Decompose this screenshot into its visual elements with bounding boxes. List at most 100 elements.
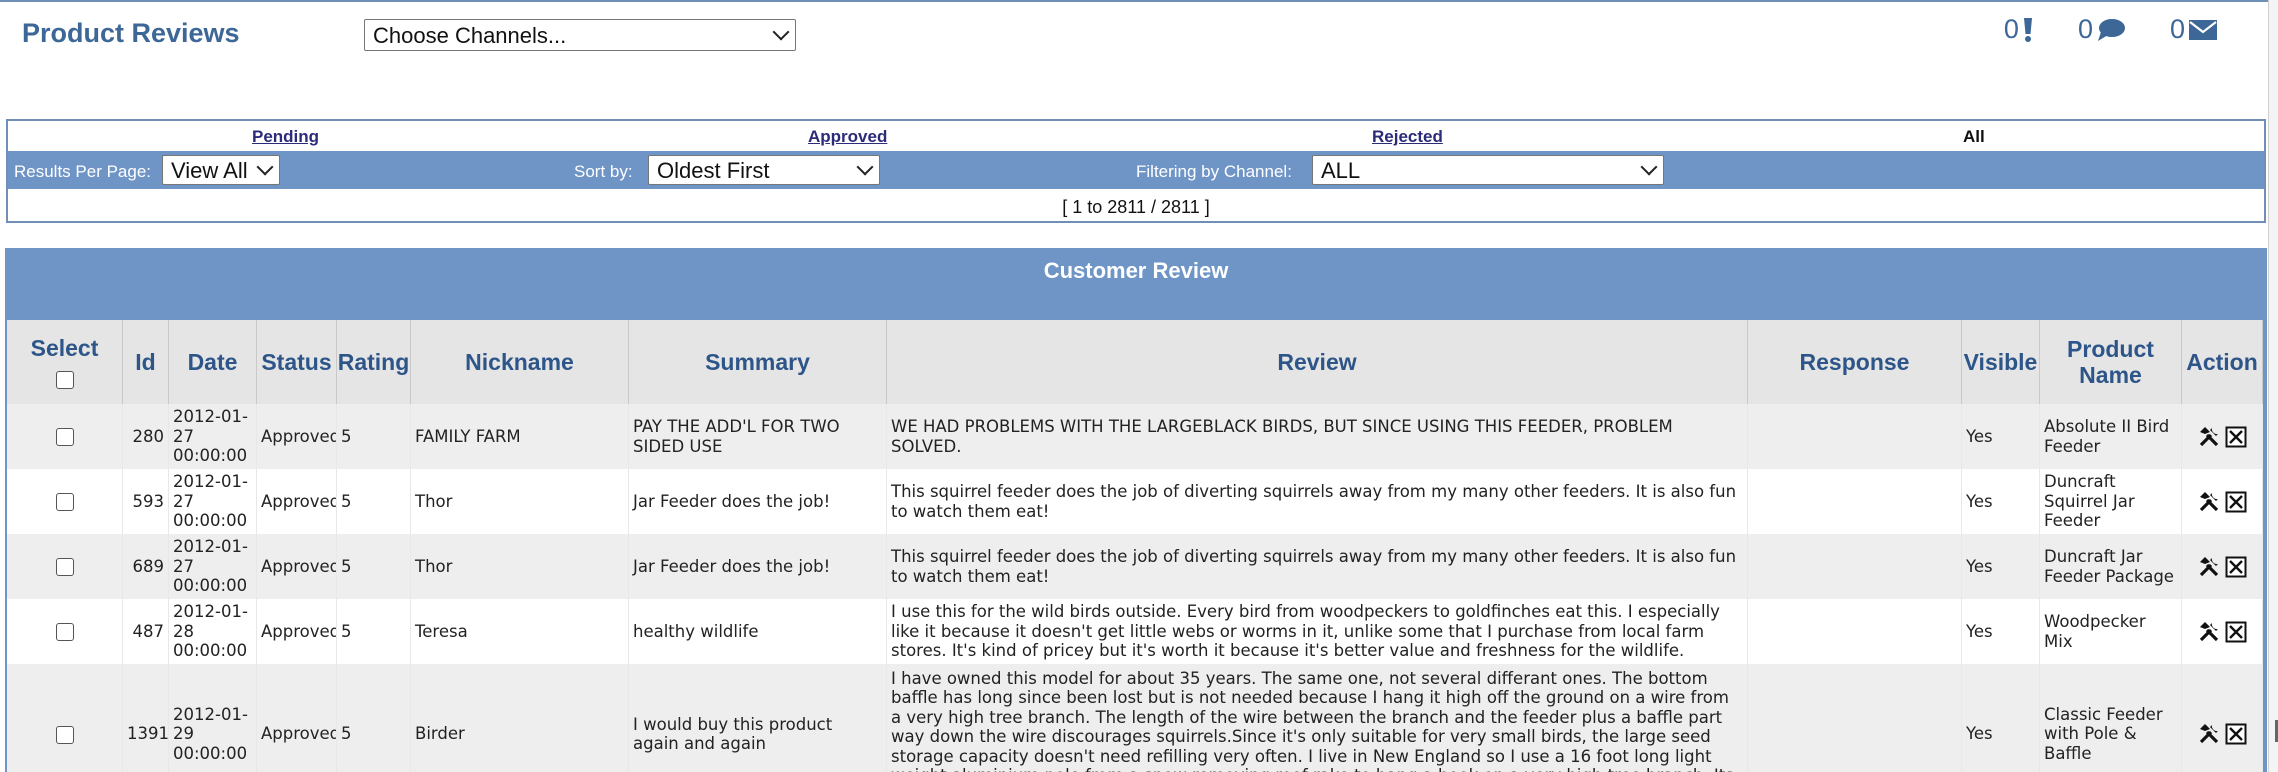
cell-review: I use this for the wild birds outside. E… [887,599,1748,664]
panel-title: Customer Review [1043,258,1229,283]
cell-status: Approved [257,534,337,599]
delete-x-icon[interactable] [2225,723,2247,745]
cell-nickname: Birder [411,664,629,772]
cell-summary: I would buy this product again and again [629,664,887,772]
cell-id: 593 [123,469,169,534]
tab-rejected[interactable]: Rejected [1372,127,1443,147]
comment-counter[interactable]: 0 [2078,14,2126,45]
column-header-id[interactable]: Id [123,320,169,404]
alert-count: 0 [2003,14,2019,44]
table-row: 689 2012-01-27 00:00:00 Approved 5 Thor … [7,534,2263,599]
cell-status: Approved [257,664,337,772]
column-header-response[interactable]: Response [1748,320,1962,404]
cell-review: This squirrel feeder does the job of div… [887,469,1748,534]
delete-x-icon[interactable] [2225,556,2247,578]
cell-response [1748,469,1962,534]
results-per-page-label: Results Per Page: [14,162,152,181]
tab-all[interactable]: All [1963,127,1985,147]
column-header-select: Select [7,320,123,404]
cell-rating: 5 [337,599,411,664]
delete-x-icon[interactable] [2225,426,2247,448]
row-select-checkbox[interactable] [55,725,74,744]
cell-id: 280 [123,404,169,469]
tools-edit-icon[interactable] [2198,556,2220,578]
delete-x-icon[interactable] [2225,491,2247,513]
chevron-down-icon [256,158,274,176]
column-header-summary[interactable]: Summary [629,320,887,404]
cell-nickname: Teresa [411,599,629,664]
message-count: 0 [2169,14,2185,44]
column-header-status[interactable]: Status [257,320,337,404]
cell-product-name: Duncraft Squirrel Jar Feeder [2040,469,2182,534]
page-header: Product Reviews Choose Channels... 0 0 0 [0,2,2278,66]
status-tabs: Pending Approved Rejected All [8,121,2264,151]
cell-review: WE HAD PROBLEMS WITH THE LARGEBLACK BIRD… [887,404,1748,469]
cell-visible: Yes [1962,599,2040,664]
review-table: Select Id Date Status Rating Nickname Su… [7,320,2263,772]
table-header-row: Select Id Date Status Rating Nickname Su… [7,320,2263,404]
cell-id: 689 [123,534,169,599]
cell-visible: Yes [1962,664,2040,772]
table-row: 1391 2012-01-29 00:00:00 Approved 5 Bird… [7,664,2263,772]
filter-row: Results Per Page: View All Sort by: Olde… [8,151,2264,189]
cell-visible: Yes [1962,404,2040,469]
envelope-icon [2189,19,2217,40]
sort-value: Oldest First [657,158,770,183]
column-header-visible[interactable]: Visible [1962,320,2040,404]
cell-date: 2012-01-27 00:00:00 [169,469,257,534]
page-title: Product Reviews [22,18,240,48]
results-per-page-select[interactable]: View All [162,155,280,185]
filter-box: Pending Approved Rejected All Results Pe… [6,119,2266,223]
cell-nickname: Thor [411,469,629,534]
column-header-product-name[interactable]: Product Name [2040,320,2182,404]
channel-filter-value: ALL [1321,158,1361,183]
cell-product-name: Absolute II Bird Feeder [2040,404,2182,469]
row-select-checkbox[interactable] [55,493,74,512]
cell-response [1748,534,1962,599]
column-header-review[interactable]: Review [887,320,1748,404]
channel-filter-select[interactable]: ALL [1312,155,1664,185]
message-counter[interactable]: 0 [2170,14,2218,45]
column-header-date[interactable]: Date [169,320,257,404]
cell-nickname: FAMILY FARM [411,404,629,469]
channel-filter-label: Filtering by Channel: [1136,162,1292,181]
cell-visible: Yes [1962,534,2040,599]
window-edge-scrollbar[interactable] [2268,0,2278,772]
sort-select[interactable]: Oldest First [648,155,880,185]
column-header-rating[interactable]: Rating [337,320,411,404]
tools-edit-icon[interactable] [2198,723,2220,745]
cell-response [1748,664,1962,772]
pending-alert-counter[interactable]: 0 [2004,14,2034,45]
cell-product-name: Classic Feeder with Pole & Baffle [2040,664,2182,772]
delete-x-icon[interactable] [2225,621,2247,643]
row-select-checkbox[interactable] [55,558,74,577]
cell-summary: healthy wildlife [629,599,887,664]
channel-chooser-select[interactable]: Choose Channels... [364,19,796,51]
cell-status: Approved [257,599,337,664]
row-select-checkbox[interactable] [55,623,74,642]
tab-pending[interactable]: Pending [252,127,319,147]
sort-label: Sort by: [574,162,633,181]
tools-edit-icon[interactable] [2198,621,2220,643]
cell-date: 2012-01-27 00:00:00 [169,534,257,599]
channel-chooser-value: Choose Channels... [373,23,567,48]
table-row: 593 2012-01-27 00:00:00 Approved 5 Thor … [7,469,2263,534]
tab-approved[interactable]: Approved [808,127,887,147]
chevron-down-icon [772,23,790,41]
tools-edit-icon[interactable] [2198,491,2220,513]
row-select-checkbox[interactable] [55,428,74,447]
cell-rating: 5 [337,469,411,534]
cell-date: 2012-01-27 00:00:00 [169,404,257,469]
select-all-checkbox[interactable] [55,370,74,389]
table-row: 487 2012-01-28 00:00:00 Approved 5 Teres… [7,599,2263,664]
cell-product-name: Duncraft Jar Feeder Package [2040,534,2182,599]
column-header-nickname[interactable]: Nickname [411,320,629,404]
tools-edit-icon[interactable] [2198,426,2220,448]
cell-response [1748,404,1962,469]
cell-date: 2012-01-28 00:00:00 [169,599,257,664]
cell-date: 2012-01-29 00:00:00 [169,664,257,772]
cell-summary: Jar Feeder does the job! [629,534,887,599]
cell-visible: Yes [1962,469,2040,534]
cell-id: 487 [123,599,169,664]
cell-product-name: Woodpecker Mix [2040,599,2182,664]
